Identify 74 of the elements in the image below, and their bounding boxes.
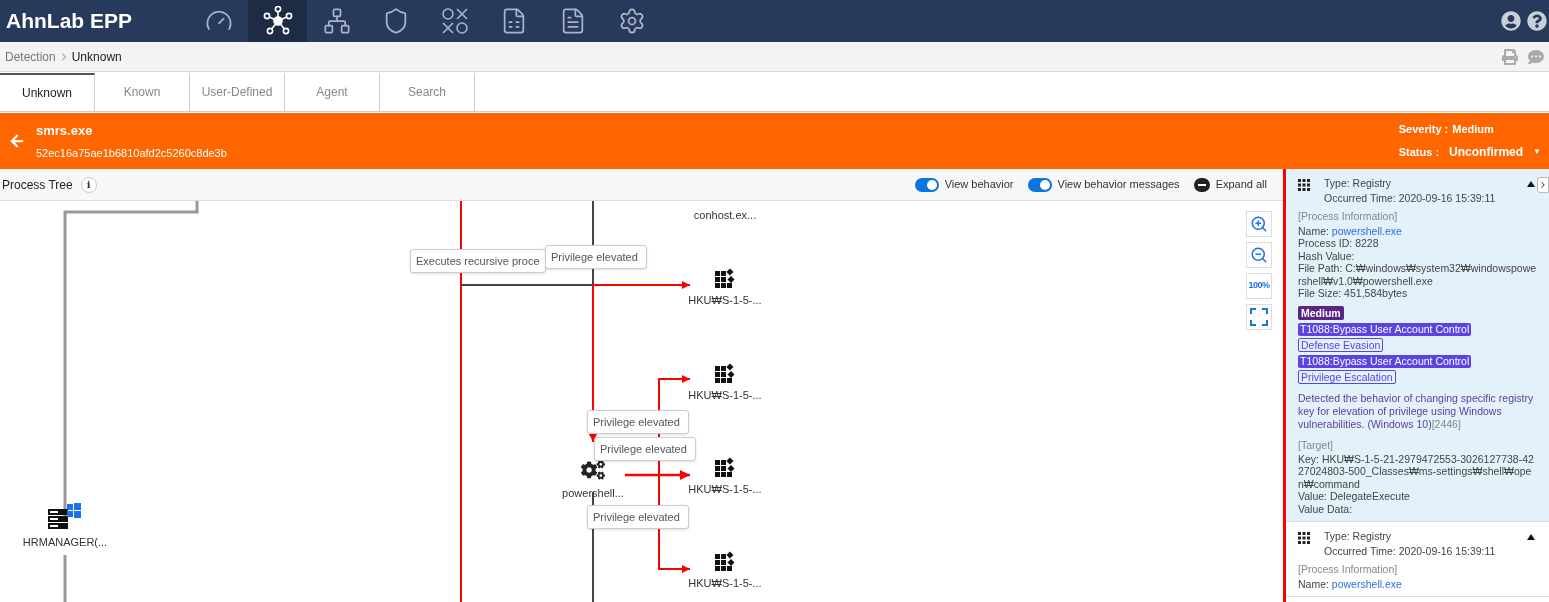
registry-icon [1298, 532, 1310, 544]
windows-server-icon [48, 503, 82, 531]
event-description: Detected the behavior of changing specific registry key for elevation of privilege using Windows vulnerabilities. (Windows 10)[2446] [1298, 392, 1535, 431]
zoom-reset-button[interactable]: 100% [1246, 273, 1272, 299]
registry-icon [715, 268, 735, 289]
node-label[interactable]: HKU₩S-1-5-... [688, 575, 762, 592]
event-time: Occurred Time: 2020-09-16 15:39:11 [1324, 544, 1497, 557]
event-field: Hash Value: [1298, 249, 1537, 262]
event-card[interactable] [1286, 169, 1549, 522]
event-field: Value: DelegateExecute [1298, 490, 1537, 503]
event-field: File Size: 451,584bytes [1298, 287, 1537, 300]
hub-icon [262, 6, 293, 36]
info-icon[interactable]: i [80, 176, 97, 193]
registry-icon [715, 457, 735, 478]
section-heading: [Target] [1298, 439, 1335, 452]
message-callout: Privilege elevated [545, 245, 647, 269]
technique-tag: T1088:Bypass User Account Control [1298, 355, 1472, 368]
message-callout: Privilege elevated [587, 505, 689, 529]
fullscreen-button[interactable] [1246, 304, 1272, 330]
registry-icon [715, 363, 735, 384]
event-time: Occurred Time: 2020-09-16 15:39:11 [1324, 191, 1497, 204]
xo-icon [440, 7, 469, 35]
event-field: File Path: C:₩windows₩system32₩windowspowershell₩v1.0₩powershell.exe [1298, 262, 1537, 287]
message-callout: Executes recursive proce [410, 249, 546, 273]
severity-badge: Medium [1298, 305, 1344, 320]
zoom-in-button[interactable] [1246, 211, 1272, 237]
toggle-switch[interactable] [914, 177, 939, 192]
status-label: Status : [1398, 145, 1440, 160]
section-heading: [Process Information] [1298, 563, 1399, 576]
gears-icon [581, 458, 605, 482]
event-type: Type: Registry [1324, 530, 1393, 543]
expand-all-button[interactable]: Expand all [1193, 176, 1267, 193]
node-label[interactable]: powershell... [562, 485, 624, 502]
user-icon[interactable] [1501, 11, 1521, 31]
severity-value: Medium [1452, 121, 1494, 137]
technique-tag: T1088:Bypass User Account Control [1298, 323, 1472, 336]
section-heading: [Process Information] [1298, 210, 1399, 223]
connector-line [63, 555, 67, 602]
hierarchy-icon [322, 7, 351, 35]
message-callout: Privilege elevated [594, 437, 696, 461]
app-logo: AhnLab EPP [6, 8, 133, 35]
event-field: Key: HKU₩S-1-5-21-2979472553-3026127738-4227024803-500_Classes₩ms-settings₩shell₩open₩command [1298, 452, 1537, 490]
node-label[interactable]: HRMANAGER(... [22, 534, 108, 551]
tactic-tag: Privilege Escalation [1298, 369, 1396, 384]
toggle-label: View behavior messages [1057, 177, 1180, 193]
panel-title: Process Tree [2, 176, 73, 194]
toggle-switch[interactable] [1027, 177, 1052, 192]
event-field: Value Data: [1298, 502, 1537, 515]
file-hash: 52ec16a75ae1b6810afd2c5260c8de3b [36, 145, 227, 161]
registry-icon [715, 551, 735, 572]
registry-icon [1298, 179, 1310, 191]
file-name: smrs.exe [36, 122, 94, 140]
node-label[interactable]: conhost.ex... [693, 207, 757, 224]
node-label[interactable]: HKU₩S-1-5-... [688, 481, 762, 498]
node-label[interactable]: HKU₩S-1-5-... [688, 292, 762, 309]
chevron-icon [1538, 180, 1548, 190]
breadcrumb-item: Unknown [71, 48, 122, 66]
zoom-out-button[interactable] [1246, 242, 1272, 268]
toggle-label: View behavior [944, 177, 1014, 193]
nav-button[interactable] [248, 0, 307, 42]
event-field: Name: powershell.exe [1298, 577, 1537, 590]
collapse-caret-icon[interactable] [1527, 534, 1535, 540]
tab[interactable]: Unknown [0, 73, 95, 111]
breadcrumb-item[interactable]: Detection [5, 47, 56, 66]
severity-label: Severity : [1398, 121, 1449, 137]
help-icon[interactable] [1527, 11, 1547, 31]
node-label[interactable]: HKU₩S-1-5-... [688, 387, 762, 404]
event-field: Name: powershell.exe [1298, 224, 1537, 237]
collapse-caret-icon[interactable] [1527, 181, 1535, 187]
message-callout: Privilege elevated [587, 410, 689, 434]
event-type: Type: Registry [1324, 177, 1393, 190]
event-field: Process ID: 8228 [1298, 237, 1537, 250]
collapse-panel-button[interactable] [1537, 177, 1549, 193]
tactic-tag: Defense Evasion [1298, 337, 1384, 352]
